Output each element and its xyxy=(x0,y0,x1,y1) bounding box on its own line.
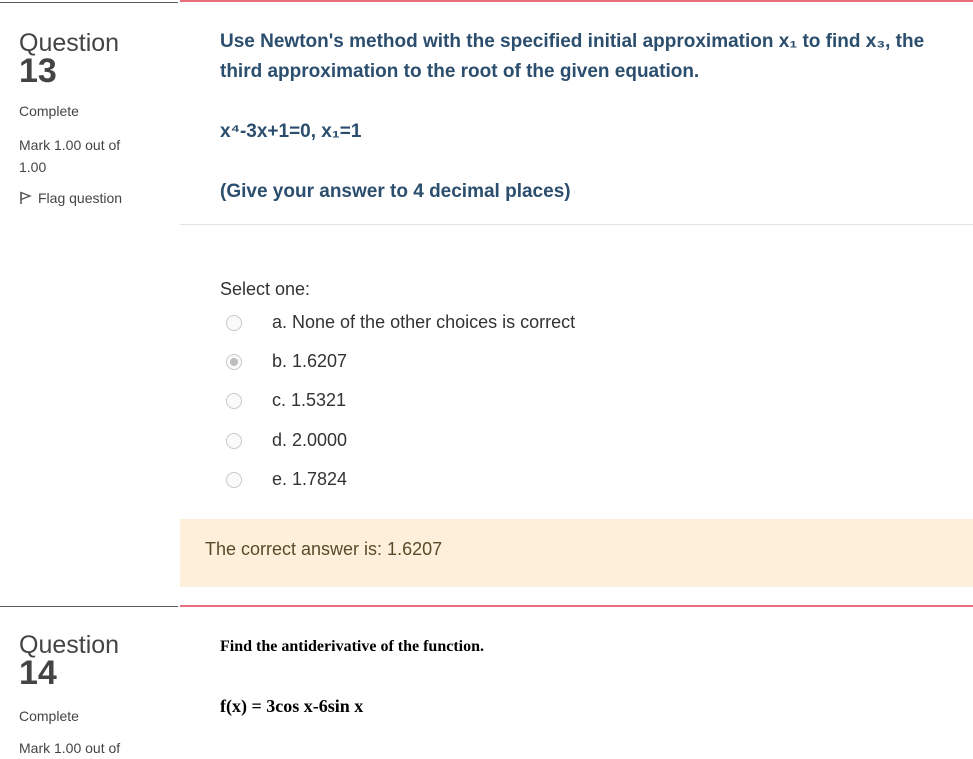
answer-option-d[interactable]: d. 2.0000 xyxy=(226,430,347,451)
option-label: e. 1.7824 xyxy=(272,469,348,489)
question-14-content: Find the antiderivative of the function.… xyxy=(180,605,973,758)
flag-question-label: Flag question xyxy=(38,190,123,206)
mark-total: 1.00 xyxy=(19,159,47,175)
option-label: b. 1.6207 xyxy=(272,351,348,371)
option-label: a. None of the other choices is correct xyxy=(272,312,576,332)
mark-text: Mark 1.00 out of xyxy=(19,137,121,153)
question-14: Question 14 Complete Mark 1.00 out of Fi… xyxy=(0,605,973,756)
radio-button[interactable] xyxy=(226,432,242,449)
option-label: d. 2.0000 xyxy=(272,430,348,450)
radio-button[interactable] xyxy=(226,314,242,331)
question-14-title: Question 14 xyxy=(19,631,119,693)
option-label: c. 1.5321 xyxy=(272,390,347,410)
correct-answer-text: The correct answer is: 1.6207 xyxy=(205,539,443,559)
divider xyxy=(180,224,973,225)
question-state: Complete xyxy=(19,708,79,724)
answer-option-c[interactable]: c. 1.5321 xyxy=(226,390,346,411)
question-text: Find the antiderivative of the function. xyxy=(220,638,484,655)
flag-question-button[interactable]: Flag question xyxy=(19,190,122,206)
answer-option-a[interactable]: a. None of the other choices is correct xyxy=(226,312,575,333)
question-state: Complete xyxy=(19,103,79,119)
question-13-info: Question 13 Complete Mark 1.00 out of 1.… xyxy=(0,2,178,588)
question-13-title: Question 13 xyxy=(19,29,119,91)
question-equation: f(x) = 3cos x-6sin x xyxy=(220,696,364,716)
question-13: Question 13 Complete Mark 1.00 out of 1.… xyxy=(0,0,973,590)
radio-button[interactable] xyxy=(226,392,242,409)
answer-option-e[interactable]: e. 1.7824 xyxy=(226,469,347,490)
flag-icon xyxy=(20,191,32,204)
question-13-content: Use Newton's method with the specified i… xyxy=(180,0,973,588)
radio-button[interactable] xyxy=(226,471,242,488)
feedback-box: The correct answer is: 1.6207 xyxy=(180,519,973,587)
select-one-label: Select one: xyxy=(220,279,311,299)
question-mark: Mark 1.00 out of 1.00 xyxy=(19,134,120,178)
question-equation: x⁴-3x+1=0, x₁=1 xyxy=(220,121,362,142)
answer-option-b[interactable]: b. 1.6207 xyxy=(226,351,347,372)
radio-button-selected[interactable] xyxy=(226,353,242,370)
question-text: Use Newton's method with the specified i… xyxy=(220,31,925,82)
question-14-info: Question 14 Complete Mark 1.00 out of xyxy=(0,606,178,757)
question-hint: (Give your answer to 4 decimal places) xyxy=(220,181,571,202)
